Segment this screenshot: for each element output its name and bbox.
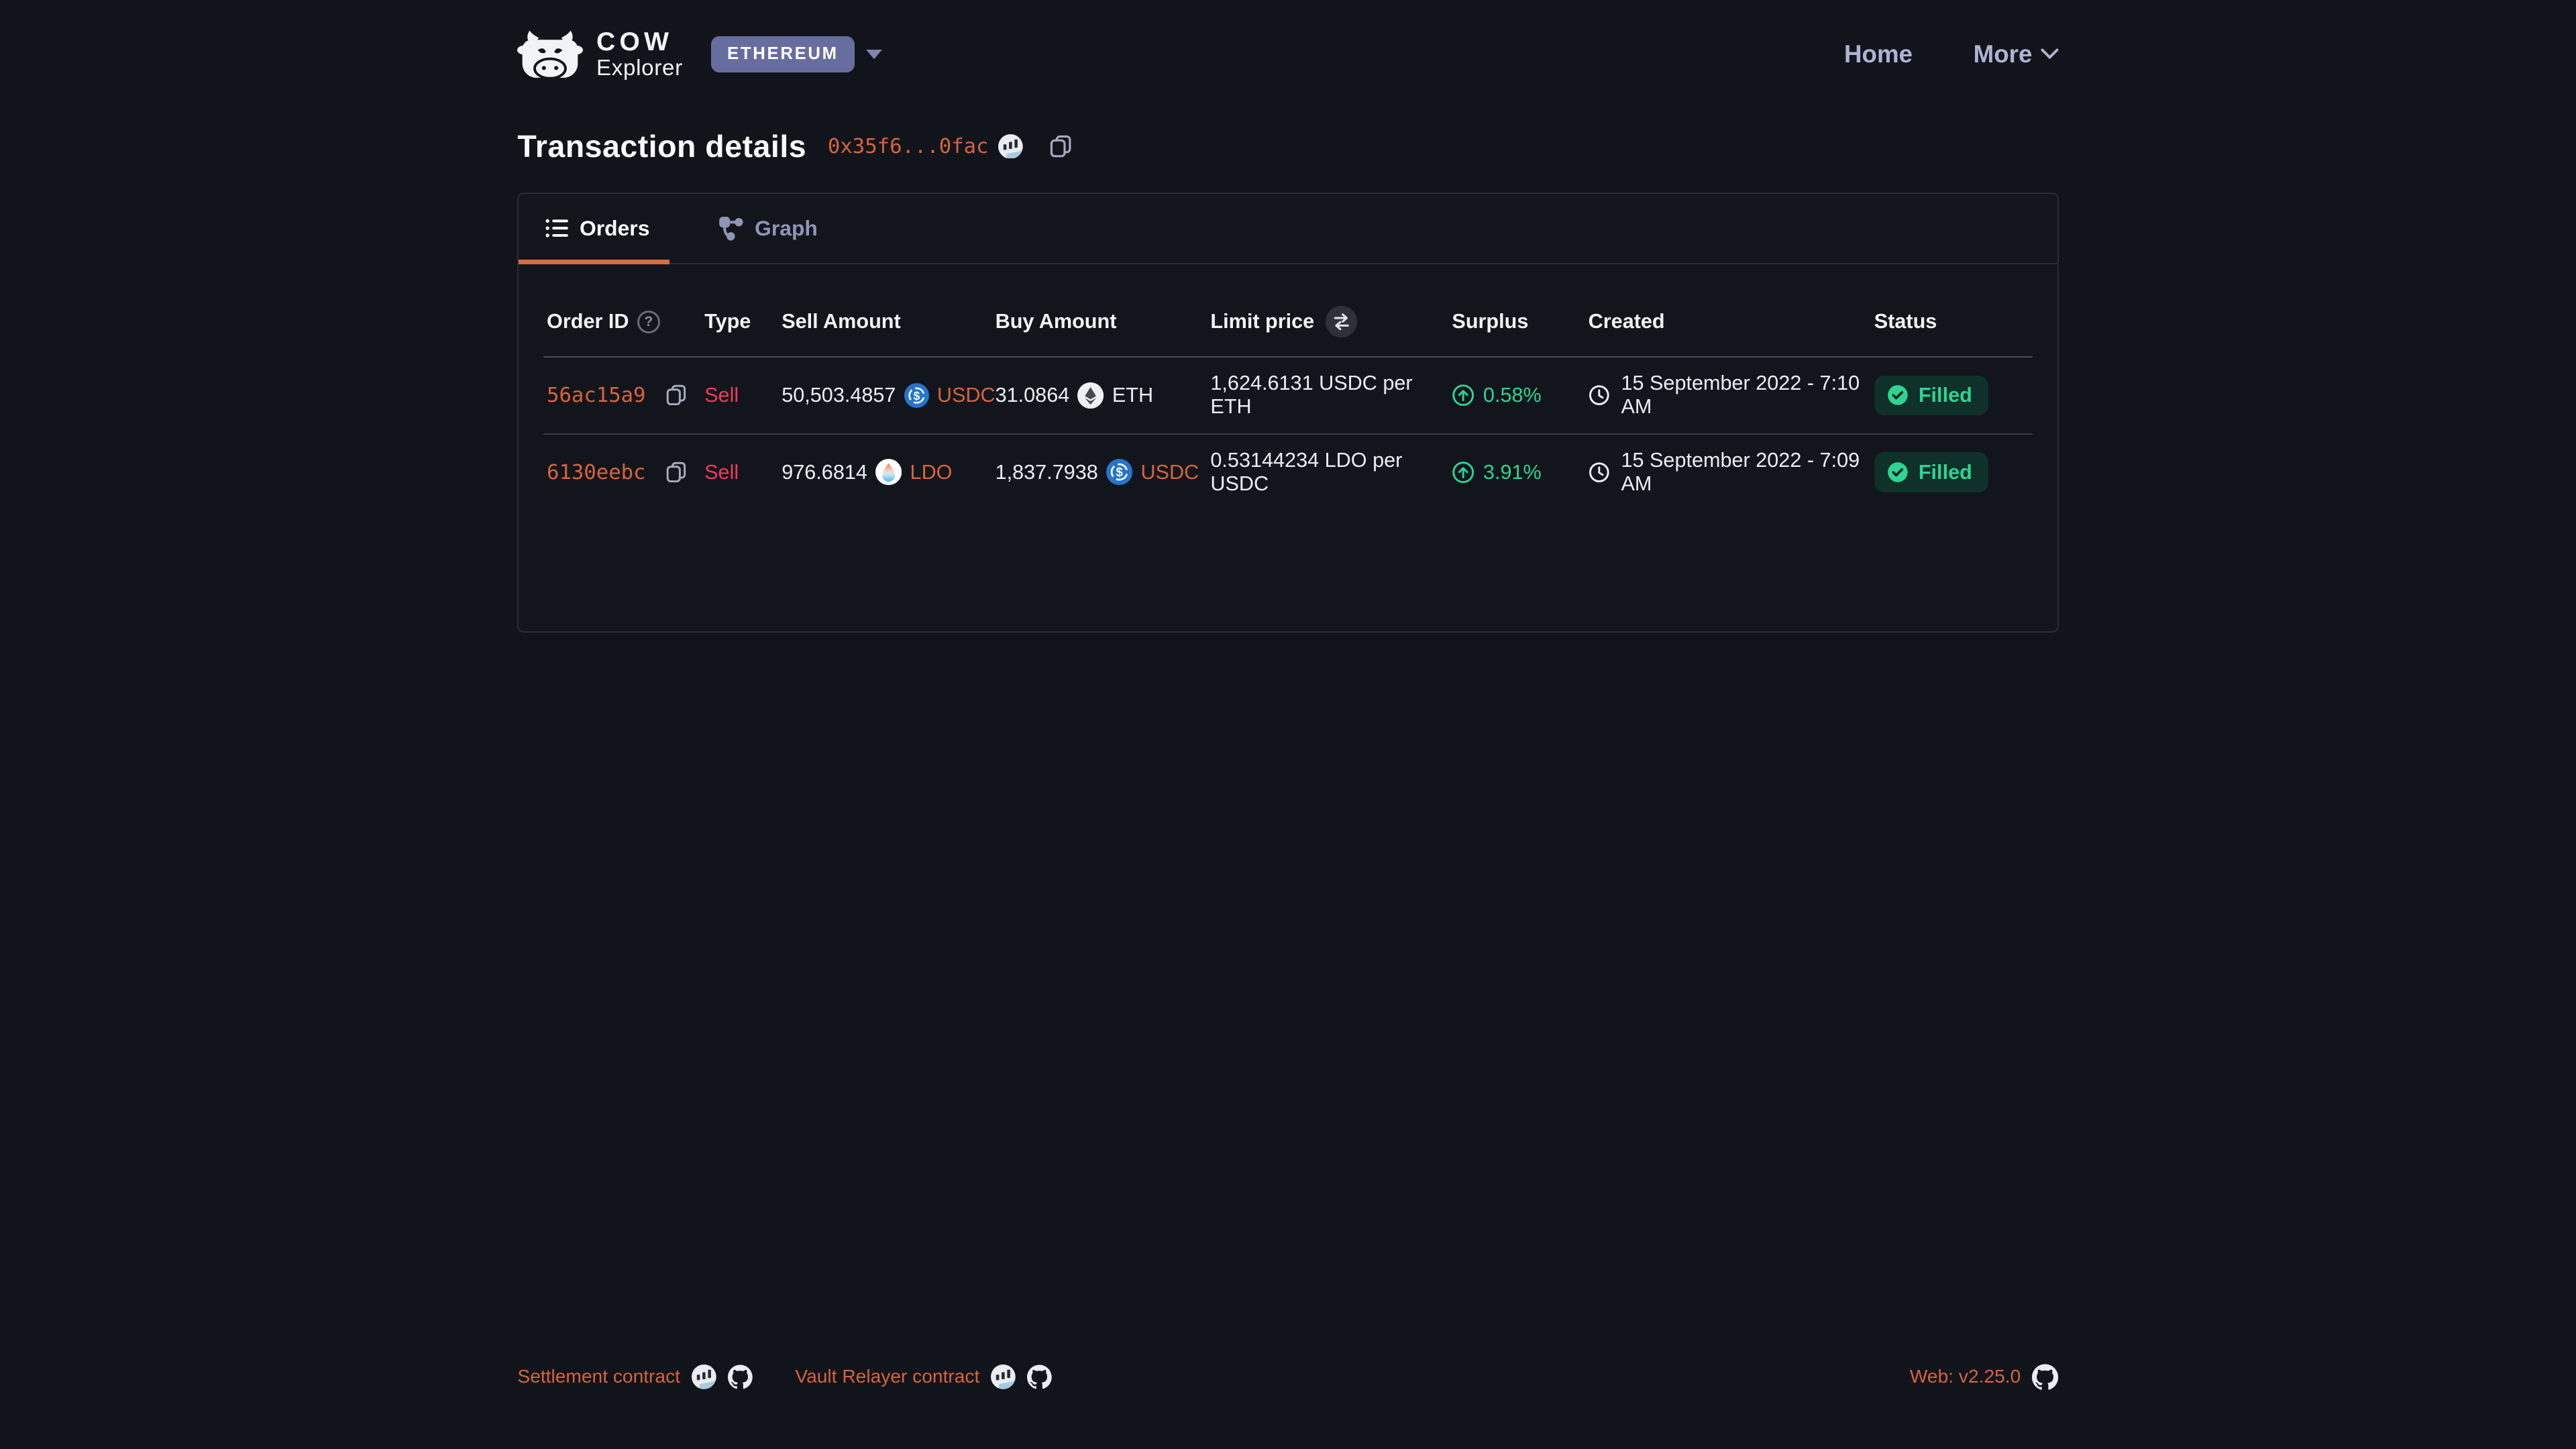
settlement-contract-group: Settlement contract — [517, 1364, 752, 1389]
vault-relayer-contract-group: Vault Relayer contract — [795, 1364, 1052, 1389]
nav-more[interactable]: More — [1974, 40, 2059, 68]
github-link-icon[interactable] — [1027, 1364, 1052, 1389]
copy-icon — [665, 384, 687, 406]
check-circle-icon — [1887, 462, 1909, 483]
order-id-link[interactable]: 56ac15a9 — [547, 384, 645, 407]
header: COW Explorer ETHEREUM Home More — [517, 0, 2058, 85]
copy-icon — [1049, 135, 1072, 158]
sell-amount: 50,503.4857 — [782, 384, 896, 407]
usdc-token-icon: $ — [1106, 459, 1132, 485]
footer: Settlement contract — [0, 1364, 2576, 1390]
tab-orders[interactable]: Orders — [519, 194, 669, 263]
tab-orders-label: Orders — [580, 216, 649, 241]
chevron-down-icon — [2041, 48, 2059, 60]
etherscan-link-icon[interactable] — [692, 1364, 716, 1389]
tab-graph-label: Graph — [755, 216, 818, 241]
col-sell-amount: Sell Amount — [782, 310, 995, 333]
status-badge: Filled — [1874, 452, 1989, 492]
order-type: Sell — [704, 461, 782, 484]
swap-arrows-icon — [1332, 312, 1351, 331]
col-type: Type — [704, 310, 782, 333]
surplus-up-icon — [1452, 384, 1474, 407]
check-circle-icon — [1887, 384, 1909, 406]
limit-price: 0.53144234 LDO per USDC — [1210, 449, 1452, 496]
col-buy-amount: Buy Amount — [996, 310, 1211, 333]
page: COW Explorer ETHEREUM Home More Tr — [0, 0, 2576, 1449]
version-group: Web: v2.25.0 — [1910, 1364, 2059, 1390]
etherscan-link-icon[interactable] — [998, 134, 1023, 159]
logo-subtitle: Explorer — [596, 57, 683, 79]
sell-token-link[interactable]: USDC — [937, 384, 996, 407]
etherscan-link-icon[interactable] — [991, 1364, 1016, 1389]
clock-icon — [1589, 384, 1610, 407]
eth-token-icon — [1077, 382, 1104, 409]
tabbar: Orders Graph — [519, 194, 2057, 264]
cow-logo-icon — [517, 30, 583, 78]
ldo-token-icon — [875, 459, 902, 485]
svg-text:$: $ — [913, 389, 920, 402]
status-label: Filled — [1919, 384, 1972, 407]
col-created: Created — [1589, 310, 1874, 333]
vault-relayer-contract-link[interactable]: Vault Relayer contract — [795, 1366, 979, 1387]
cow-explorer-logo[interactable]: COW Explorer — [517, 29, 682, 79]
main-nav: Home More — [1844, 40, 2059, 68]
status-label: Filled — [1919, 461, 1972, 484]
table-header: Order ID ? Type Sell Amount Buy Amount L… — [519, 264, 2057, 356]
col-status: Status — [1874, 310, 2029, 333]
github-link-icon[interactable] — [728, 1364, 753, 1389]
limit-price: 1,624.6131 USDC per ETH — [1210, 372, 1452, 419]
copy-order-id-button[interactable] — [665, 384, 687, 406]
table-row: 6130eebc Sell 976.6814 — [519, 435, 2057, 511]
help-icon[interactable]: ? — [637, 311, 660, 333]
settlement-contract-link[interactable]: Settlement contract — [517, 1366, 680, 1387]
buy-token-link[interactable]: USDC — [1140, 461, 1199, 484]
copy-icon — [665, 462, 687, 483]
surplus-up-icon — [1452, 461, 1474, 484]
copy-order-id-button[interactable] — [665, 462, 687, 483]
surplus-value: 3.91% — [1483, 461, 1542, 484]
status-badge: Filled — [1874, 376, 1989, 415]
logo-title: COW — [596, 29, 683, 55]
col-order-id: Order ID ? — [547, 310, 704, 333]
surplus-value: 0.58% — [1483, 384, 1542, 407]
buy-token-link[interactable]: ETH — [1112, 384, 1153, 407]
sell-amount: 976.6814 — [782, 461, 867, 484]
table-row: 56ac15a9 Sell 50,503.4857 $ — [519, 358, 2057, 433]
orders-card: Orders Graph Ord — [517, 193, 2058, 633]
sell-token-link[interactable]: LDO — [910, 461, 953, 484]
usdc-token-icon: $ — [904, 382, 929, 409]
order-type: Sell — [704, 384, 782, 407]
copy-tx-hash-button[interactable] — [1049, 135, 1072, 158]
network-selector: ETHEREUM — [711, 36, 883, 72]
tab-graph[interactable]: Graph — [692, 194, 837, 263]
col-surplus: Surplus — [1452, 310, 1588, 333]
buy-amount: 1,837.7938 — [996, 461, 1098, 484]
github-link-icon[interactable] — [2032, 1364, 2058, 1390]
page-title: Transaction details — [517, 128, 806, 164]
created-date: 15 September 2022 - 7:10 AM — [1621, 372, 1874, 419]
network-caret-icon[interactable] — [866, 50, 882, 59]
network-badge[interactable]: ETHEREUM — [711, 36, 855, 72]
graph-icon — [718, 216, 743, 241]
buy-amount: 31.0864 — [996, 384, 1070, 407]
invert-price-button[interactable] — [1326, 306, 1357, 337]
svg-text:$: $ — [1116, 466, 1123, 480]
title-row: Transaction details 0x35f6...0fac — [517, 128, 2058, 164]
web-version-link[interactable]: Web: v2.25.0 — [1910, 1366, 2021, 1387]
order-id-link[interactable]: 6130eebc — [547, 461, 645, 484]
clock-icon — [1589, 461, 1610, 484]
col-limit-price: Limit price — [1210, 306, 1452, 337]
list-icon — [545, 217, 568, 239]
nav-home[interactable]: Home — [1844, 40, 1913, 68]
created-date: 15 September 2022 - 7:09 AM — [1621, 449, 1874, 496]
tx-hash-link[interactable]: 0x35f6...0fac — [828, 135, 989, 158]
